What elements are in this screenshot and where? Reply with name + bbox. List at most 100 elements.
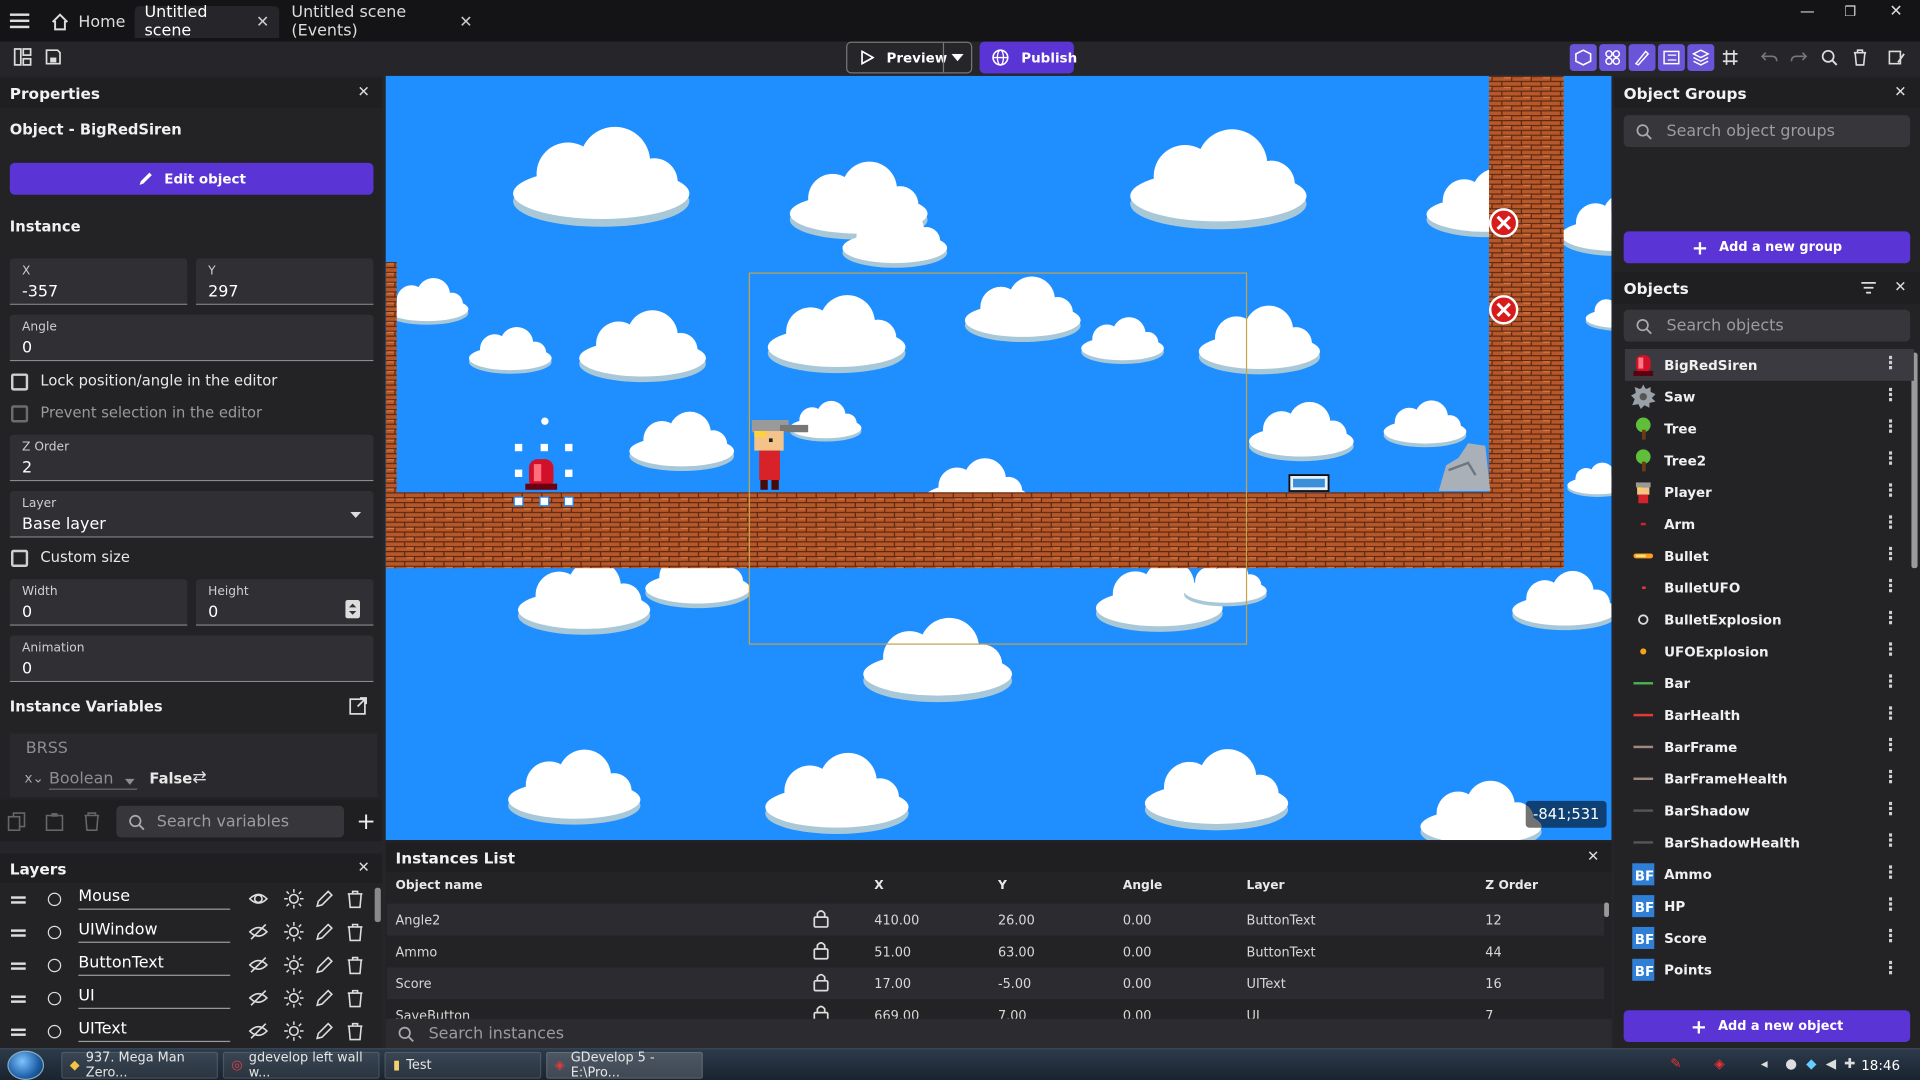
tray-gdevelop-icon[interactable]: ◈ [1714,1056,1724,1072]
object-list-item[interactable]: BarHealth ⋮ [1625,699,1914,731]
taskbar-item[interactable]: ◈ GDevelop 5 - E:\Pro... [546,1051,703,1080]
lighting-icon[interactable] [284,1021,304,1041]
object-list-item[interactable]: Tree2 ⋮ [1625,444,1914,476]
more-options-icon[interactable]: ⋮ [1882,736,1899,756]
object-list-item[interactable]: BF Score ⋮ [1625,922,1914,954]
layers-panel-icon[interactable] [1687,44,1715,72]
layer-select-radio[interactable] [47,1024,62,1039]
y-field[interactable]: Y 297 [195,258,374,305]
close-tab-icon[interactable]: ✕ [459,13,472,31]
instances-list-icon[interactable] [1657,44,1685,72]
object-list-item[interactable]: BarFrameHealth ⋮ [1625,763,1914,795]
object-list-item[interactable]: BulletExplosion ⋮ [1625,604,1914,636]
more-options-icon[interactable]: ⋮ [1882,640,1899,660]
object-list-item[interactable]: Arm ⋮ [1625,508,1914,540]
more-options-icon[interactable]: ⋮ [1882,545,1899,565]
tab-home[interactable]: Home [42,6,130,38]
redo-icon[interactable] [1785,44,1812,71]
save-icon[interactable] [44,48,62,66]
taskbar-item[interactable]: ◎ gdevelop left wall w... [222,1051,380,1080]
more-options-icon[interactable]: ⋮ [1882,800,1899,820]
object-list-item[interactable]: Tree ⋮ [1625,413,1914,445]
more-options-icon[interactable]: ⋮ [1882,927,1899,947]
object-list-item[interactable]: BarFrame ⋮ [1625,731,1914,763]
more-options-icon[interactable]: ⋮ [1882,831,1899,851]
more-options-icon[interactable]: ⋮ [1882,449,1899,469]
object-list-item[interactable]: BarShadow ⋮ [1625,795,1914,827]
edit-object-button[interactable]: Edit object [9,162,374,195]
taskbar-item[interactable]: ◆ 937. Mega Man Zero... [61,1051,218,1080]
tab-untitled-scene[interactable]: Untitled scene ✕ [134,4,280,40]
more-options-icon[interactable]: ⋮ [1882,418,1899,438]
close-tab-icon[interactable]: ✕ [256,13,269,31]
start-button[interactable] [7,1050,45,1080]
more-options-icon[interactable]: ⋮ [1882,354,1899,374]
tray-discord-icon[interactable]: ● [1785,1056,1797,1072]
add-group-button[interactable]: + Add a new group [1623,231,1911,264]
object-list-item[interactable]: BigRedSiren ⋮ [1624,348,1914,381]
more-options-icon[interactable]: ⋮ [1882,959,1899,979]
more-options-icon[interactable]: ⋮ [1882,768,1899,788]
tray-gamepad-icon[interactable]: ✚ [1844,1056,1855,1072]
x-field[interactable]: X -357 [9,258,188,305]
search-objects-input[interactable]: Search objects [1623,309,1911,342]
more-options-icon[interactable]: ⋮ [1882,513,1899,533]
edit-layout-icon[interactable] [1883,44,1910,71]
object-list-item[interactable]: UFOExplosion ⋮ [1625,636,1914,668]
tray-volume-icon[interactable]: ◀ [1826,1056,1836,1072]
add-object-button[interactable]: + Add a new object [1623,1010,1911,1043]
more-options-icon[interactable]: ⋮ [1882,863,1899,883]
edit-layer-icon[interactable] [315,1021,335,1041]
bitmap-text-icon: BF [1630,924,1657,951]
object-list-item[interactable]: Bar ⋮ [1625,667,1914,699]
object-list-item[interactable]: BarShadowHealth ⋮ [1625,827,1914,859]
more-options-icon[interactable]: ⋮ [1882,386,1899,406]
object-list-item[interactable]: Saw ⋮ [1625,381,1914,413]
publish-button[interactable]: Publish [979,41,1077,74]
properties-panel-icon[interactable] [1628,44,1656,72]
layer-name[interactable]: UIText [78,1020,231,1043]
tray-app-icon[interactable]: ✎ [1670,1056,1681,1072]
more-options-icon[interactable]: ⋮ [1882,704,1899,724]
minimize-icon[interactable]: — [1800,2,1815,19]
object-list-item[interactable]: BF Ammo ⋮ [1625,858,1914,890]
object-list-item[interactable]: Player ⋮ [1625,476,1914,508]
search-object-groups-input[interactable]: Search object groups [1623,115,1911,147]
restore-icon[interactable]: ❐ [1844,4,1856,20]
chevron-down-icon[interactable] [951,53,964,62]
objects-panel-icon[interactable] [1569,44,1597,72]
object-list-item[interactable]: BF HP ⋮ [1625,890,1914,922]
folder-icon: ▮ [393,1057,401,1073]
close-window-icon[interactable]: ✕ [1889,2,1902,20]
close-panel-icon[interactable]: ✕ [1894,278,1906,295]
preview-button[interactable]: Preview [846,41,973,74]
object-list-item[interactable]: Bullet ⋮ [1625,540,1914,572]
object-list-item[interactable]: BF Points ⋮ [1625,954,1914,986]
delete-layer-icon[interactable] [345,1021,365,1041]
tray-expand-icon[interactable]: ◂ [1761,1056,1768,1072]
zoom-icon[interactable] [1816,44,1843,71]
more-options-icon[interactable]: ⋮ [1882,609,1899,629]
trash-icon[interactable] [1847,44,1874,71]
object-groups-icon[interactable] [1599,44,1627,72]
close-panel-icon[interactable]: ✕ [1894,83,1906,100]
more-options-icon[interactable]: ⋮ [1882,672,1899,692]
undo-icon[interactable] [1756,44,1783,71]
panels-toggle-icon[interactable] [13,48,32,66]
search-icon [398,1026,414,1042]
more-options-icon[interactable]: ⋮ [1882,481,1899,501]
search-instances-input[interactable]: Search instances [385,1018,1612,1049]
hamburger-menu-icon[interactable] [9,12,30,29]
more-options-icon[interactable]: ⋮ [1882,895,1899,915]
tray-dropbox-icon[interactable]: ◆ [1806,1056,1816,1072]
filter-icon[interactable] [1861,281,1876,294]
visibility-off-icon[interactable] [248,1021,269,1041]
grid-icon[interactable] [1717,44,1744,71]
close-panel-icon[interactable]: ✕ [358,83,370,100]
taskbar-item[interactable]: ▮ Test [384,1051,542,1079]
more-options-icon[interactable]: ⋮ [1882,577,1899,597]
tab-untitled-scene-events[interactable]: Untitled scene (Events) ✕ [282,4,483,41]
drag-handle-icon[interactable] [11,1028,26,1032]
object-list-item[interactable]: BulletUFO ⋮ [1625,572,1914,604]
layer-row[interactable]: UIText [0,1016,380,1049]
